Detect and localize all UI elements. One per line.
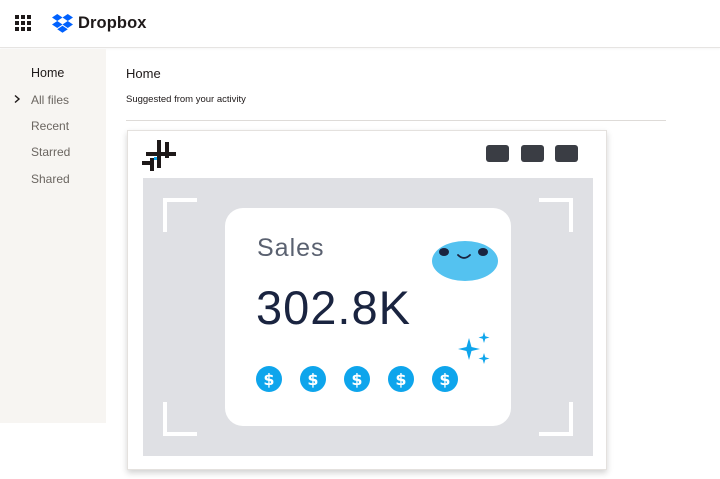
- sidebar-item-shared[interactable]: Shared: [31, 172, 70, 186]
- top-bar: Dropbox: [0, 0, 720, 48]
- page-title: Home: [126, 66, 161, 81]
- dollar-coin-icon: $: [432, 366, 458, 392]
- sales-value: 302.8K: [256, 281, 411, 334]
- frame-corner-bottom-left: [163, 402, 197, 436]
- dropbox-box-icon: [52, 13, 73, 33]
- dollar-coin-icon: $: [256, 366, 282, 392]
- dropbox-logo[interactable]: Dropbox: [52, 12, 147, 34]
- frame-corner-top-left: [163, 198, 197, 232]
- chevron-right-icon[interactable]: [12, 94, 22, 104]
- sidebar-item-all-files[interactable]: All files: [31, 93, 69, 107]
- frame-corner-bottom-right: [539, 402, 573, 436]
- preview-area: Sales 302.8K $ $ $ $ $: [143, 178, 593, 456]
- smiley-blob-icon: [432, 241, 498, 281]
- sales-panel: Sales 302.8K $ $ $ $ $: [225, 208, 511, 426]
- sidebar-item-home[interactable]: Home: [31, 66, 64, 80]
- window-button-1[interactable]: [486, 145, 509, 162]
- divider: [126, 120, 666, 121]
- coin-row: $ $ $ $ $: [256, 366, 476, 392]
- page-subtitle: Suggested from your activity: [126, 94, 246, 105]
- dollar-coin-icon: $: [300, 366, 326, 392]
- sales-label: Sales: [257, 234, 325, 262]
- window-button-3[interactable]: [555, 145, 578, 162]
- window-button-2[interactable]: [521, 145, 544, 162]
- dollar-coin-icon: $: [344, 366, 370, 392]
- sidebar-item-starred[interactable]: Starred: [31, 145, 70, 159]
- app-name: Dropbox: [78, 13, 147, 32]
- frame-corner-top-right: [539, 198, 573, 232]
- app-logo-icon: [142, 140, 176, 171]
- suggested-file-card[interactable]: Sales 302.8K $ $ $ $ $: [127, 130, 607, 470]
- apps-grid-icon[interactable]: [15, 15, 31, 31]
- sidebar-item-recent[interactable]: Recent: [31, 119, 69, 133]
- dollar-coin-icon: $: [388, 366, 414, 392]
- sparkle-icon: [458, 332, 490, 364]
- sidebar: Home All files Recent Starred Shared: [0, 49, 106, 423]
